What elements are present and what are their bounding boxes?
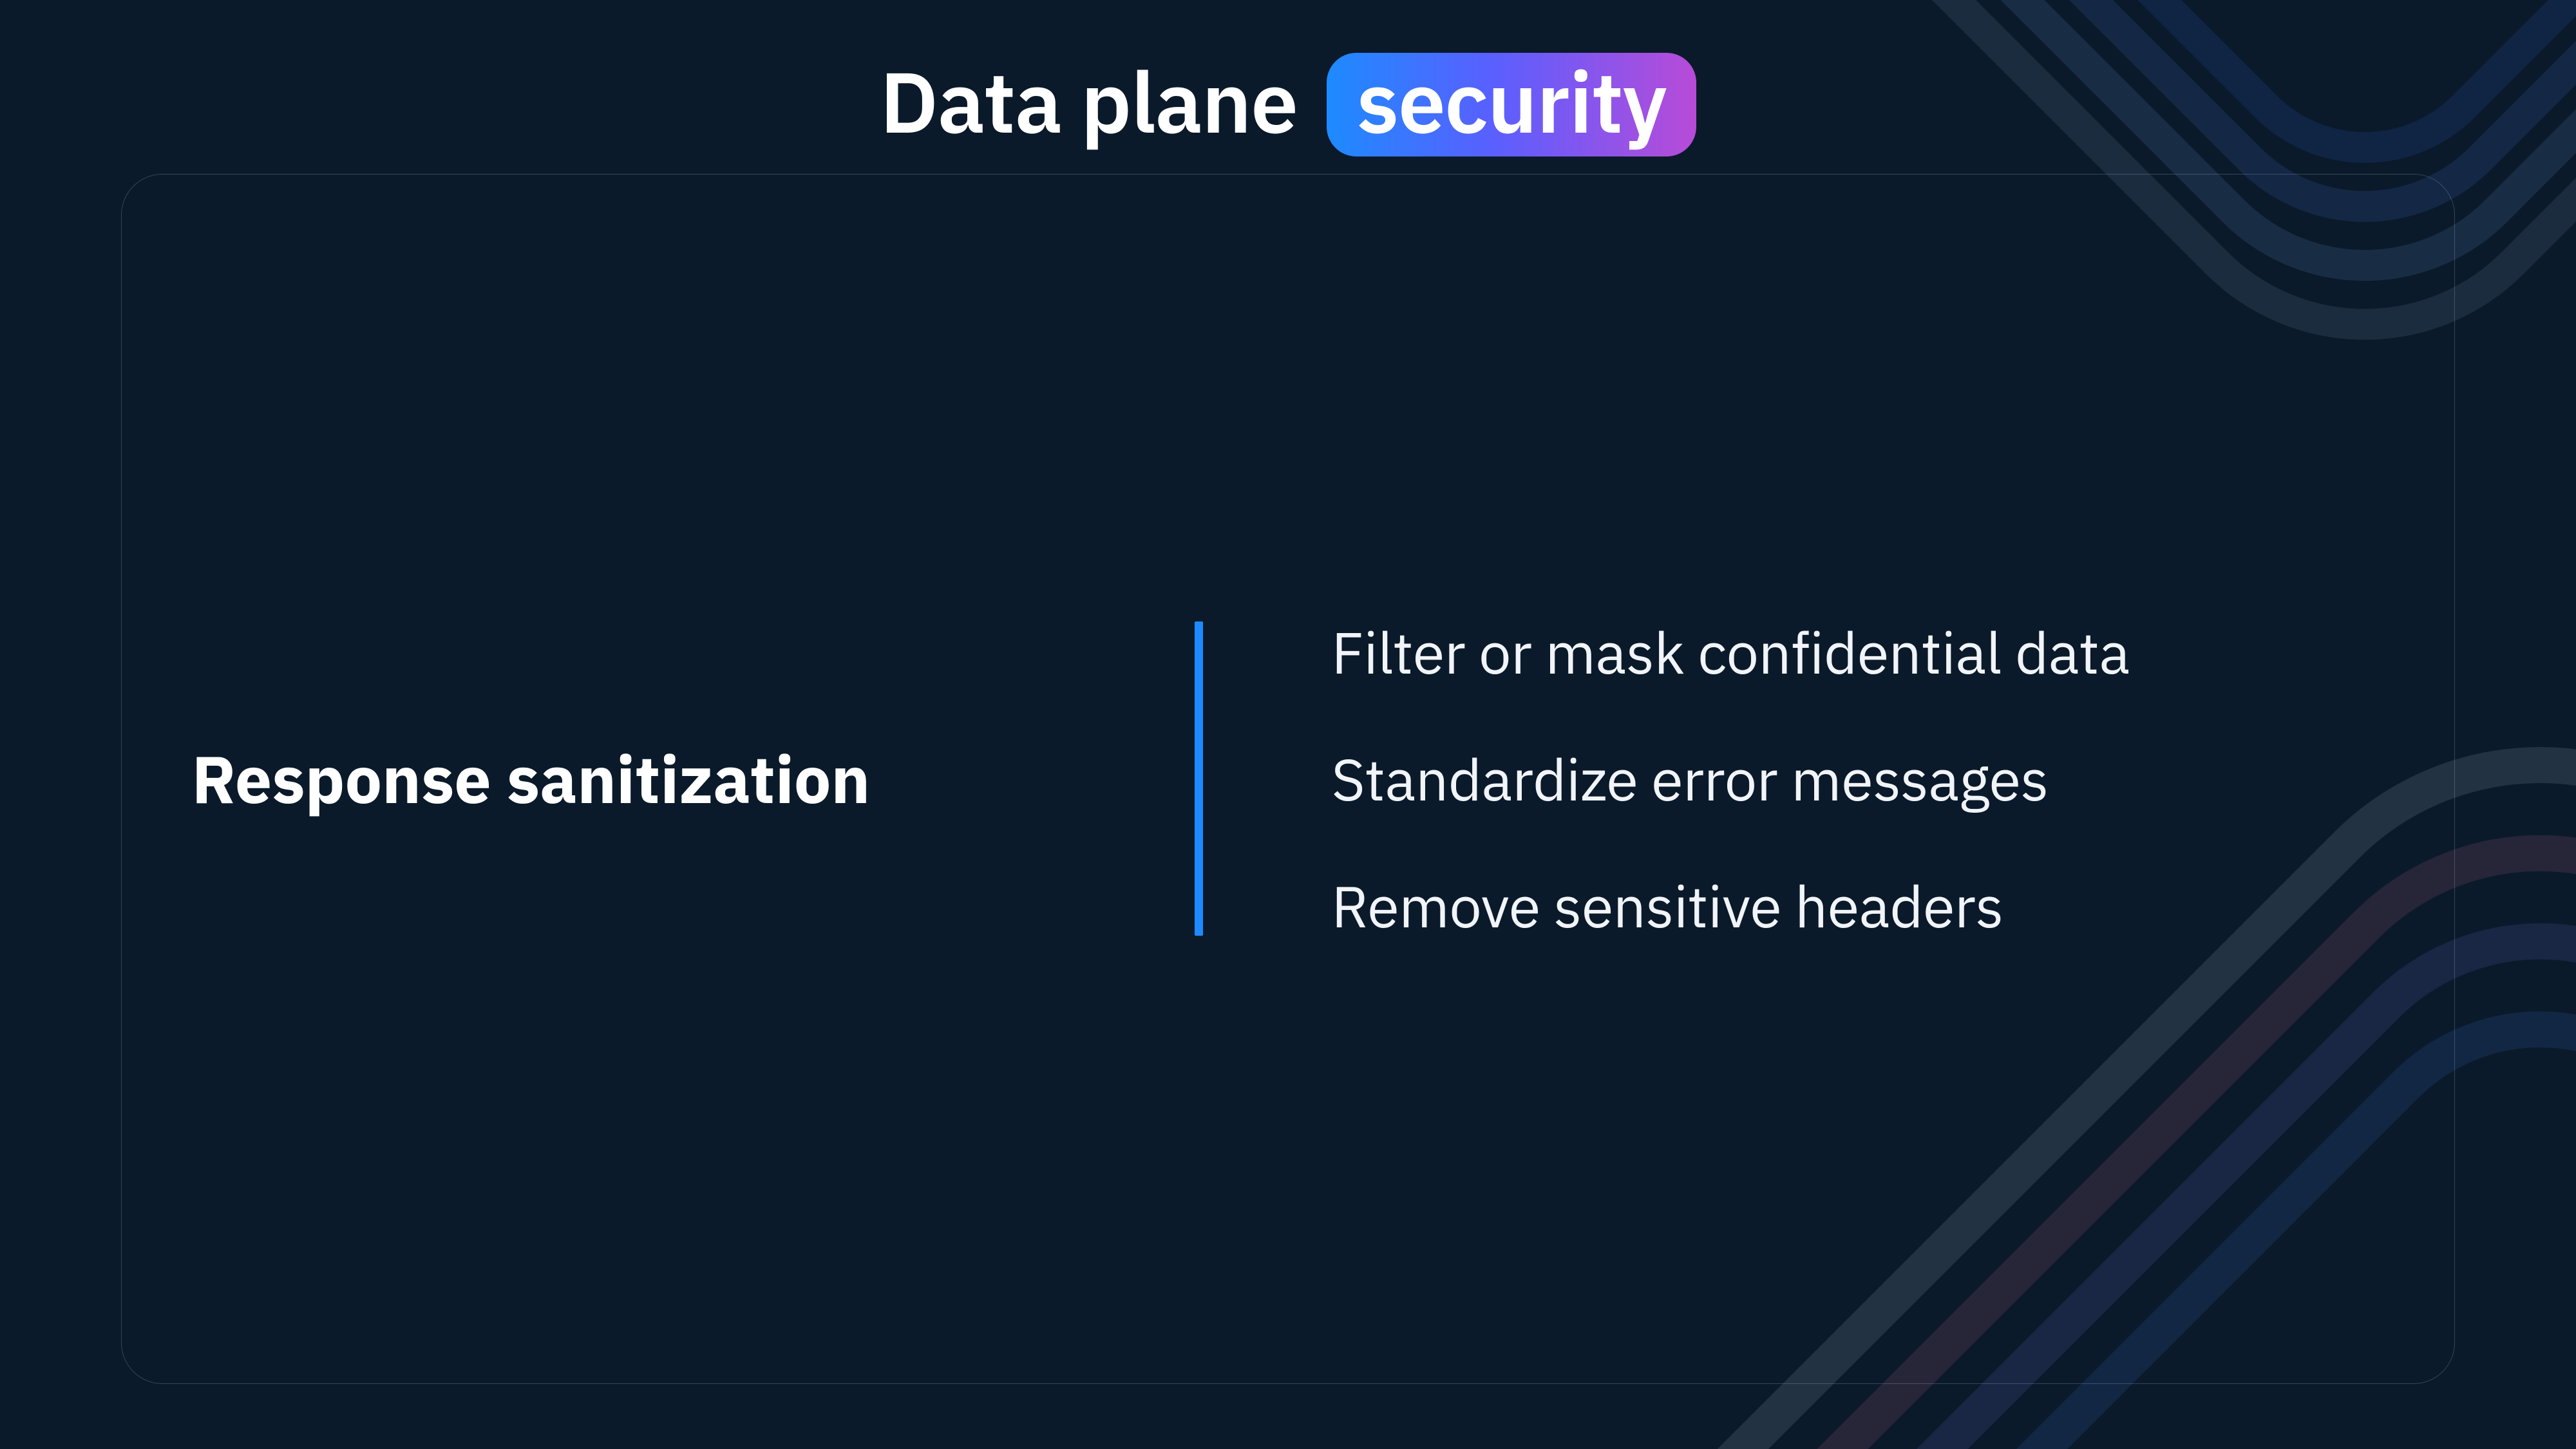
slide-title: Data plane security [0,46,2576,156]
bullet-item: Filter or mask confidential data [1332,614,2455,690]
section-heading: Response sanitization [192,736,871,822]
title-prefix: Data plane [880,46,1297,156]
content-panel: Response sanitization Filter or mask con… [121,174,2455,1384]
content-row: Response sanitization Filter or mask con… [122,175,2454,1383]
title-highlight: security [1327,53,1696,156]
slide: Data plane security Response sanitizatio… [0,0,2576,1449]
vertical-divider [1195,621,1203,936]
bullet-item: Standardize error messages [1332,741,2455,817]
bullet-list: Filter or mask confidential data Standar… [1203,614,2454,943]
section-heading-container: Response sanitization [122,736,1148,822]
bullet-item: Remove sensitive headers [1332,868,2455,943]
